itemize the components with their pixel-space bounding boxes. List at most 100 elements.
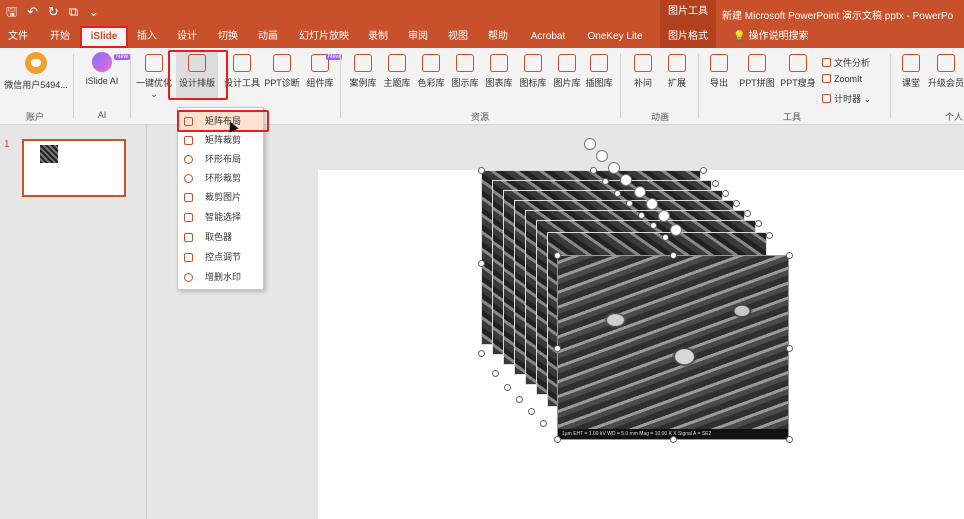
resize-handle[interactable] — [670, 252, 677, 259]
resource-diagram-library-button[interactable]: 图示库 — [448, 52, 482, 89]
resize-handle[interactable] — [516, 396, 523, 403]
tab-design[interactable]: 设计 — [174, 26, 200, 48]
rotate-handle-icon[interactable] — [620, 174, 632, 186]
rotate-handle-icon[interactable] — [670, 224, 682, 236]
resize-handle[interactable] — [744, 210, 751, 217]
ppt-diagnose-button[interactable]: PPT诊断 — [264, 52, 300, 89]
menu-item-color-picker[interactable]: 取色器 — [178, 228, 263, 247]
resize-handle[interactable] — [492, 370, 499, 377]
tab-onekey-lite[interactable]: OneKey Lite — [584, 26, 646, 48]
resize-handle[interactable] — [786, 345, 793, 352]
resize-handle[interactable] — [786, 252, 793, 259]
format-icon[interactable]: ⧉ — [69, 4, 78, 20]
ppt-slim-button[interactable]: PPT瘦身 — [778, 52, 818, 89]
menu-item-crop-image[interactable]: 裁剪图片 — [178, 188, 263, 207]
resize-handle[interactable] — [554, 436, 561, 443]
classroom-button[interactable]: 课堂 — [896, 52, 926, 89]
tab-view[interactable]: 视图 — [444, 26, 472, 48]
resize-handle[interactable] — [504, 384, 511, 391]
redo-icon[interactable]: ↻ — [48, 4, 59, 20]
tab-animations[interactable]: 动画 — [254, 26, 282, 48]
resize-handle[interactable] — [540, 420, 547, 427]
resize-handle[interactable] — [786, 436, 793, 443]
compress-icon — [789, 54, 807, 72]
resize-handle[interactable] — [590, 167, 597, 174]
resize-handle[interactable] — [478, 350, 485, 357]
resource-chart-library-button[interactable]: 图表库 — [482, 52, 516, 89]
design-tools-button[interactable]: 设计工具 — [222, 52, 262, 89]
resize-handle[interactable] — [602, 178, 609, 185]
resource-color-library-button[interactable]: 色彩库 — [414, 52, 448, 89]
rotate-handle-icon[interactable] — [608, 162, 620, 174]
tab-transitions[interactable]: 切换 — [214, 26, 242, 48]
tab-file[interactable]: 文件 — [4, 26, 32, 48]
islide-ai-button[interactable]: New iSlide AI — [80, 52, 130, 86]
resize-handle[interactable] — [712, 180, 719, 187]
tab-picture-format[interactable]: 图片格式 — [660, 26, 716, 48]
tab-help[interactable]: 帮助 — [484, 26, 512, 48]
resize-handle[interactable] — [722, 190, 729, 197]
zoomit-button[interactable]: ZoomIt — [822, 74, 862, 84]
undo-icon[interactable]: ↶ — [27, 4, 38, 20]
resize-handle[interactable] — [554, 252, 561, 259]
menu-item-matrix-crop[interactable]: 矩阵裁剪 — [178, 131, 263, 150]
file-analysis-label: 文件分析 — [834, 58, 871, 68]
save-icon[interactable]: 🖫 — [6, 4, 17, 20]
resize-handle[interactable] — [528, 408, 535, 415]
classroom-label: 课堂 — [901, 78, 920, 88]
menu-item-ring-layout[interactable]: 环形布局 — [178, 150, 263, 169]
menu-item-smart-select[interactable]: 智能选择 — [178, 208, 263, 227]
thumbnail-image — [40, 145, 58, 163]
rotate-handle-icon[interactable] — [658, 210, 670, 222]
tell-me-search[interactable]: 💡 操作说明搜索 — [728, 26, 814, 48]
resize-handle[interactable] — [478, 260, 485, 267]
tween-button[interactable]: 补间 — [628, 52, 658, 89]
tab-record[interactable]: 录制 — [365, 26, 391, 48]
file-analysis-button[interactable]: 文件分析 — [822, 56, 870, 69]
tab-acrobat[interactable]: Acrobat — [526, 26, 570, 48]
customize-icon[interactable]: ⌄ — [88, 4, 99, 20]
tab-review[interactable]: 审阅 — [404, 26, 432, 48]
resize-handle[interactable] — [650, 222, 657, 229]
timer-button[interactable]: 计时器 ⌄ — [822, 92, 871, 105]
tab-slideshow[interactable]: 幻灯片放映 — [296, 26, 352, 48]
resize-handle[interactable] — [670, 436, 677, 443]
resize-handle[interactable] — [755, 220, 762, 227]
design-layout-dropdown: 矩阵布局 矩阵裁剪 环形布局 环形裁剪 裁剪图片 智能选择 取色器 控点调节 增… — [177, 107, 264, 290]
tab-islide[interactable]: iSlide — [80, 26, 128, 48]
resize-handle[interactable] — [478, 167, 485, 174]
ppt-collage-button[interactable]: PPT拼图 — [738, 52, 776, 89]
tab-insert[interactable]: 插入 — [134, 26, 160, 48]
ribbon-tab-row: 文件 开始 iSlide 插入 设计 切换 动画 幻灯片放映 录制 审阅 视图 … — [0, 26, 964, 48]
menu-item-ring-crop[interactable]: 环形裁剪 — [178, 169, 263, 188]
resize-handle[interactable] — [554, 345, 561, 352]
upgrade-member-button[interactable]: 升级会员 — [928, 52, 964, 89]
resource-case-library-button[interactable]: 案例库 — [346, 52, 380, 89]
menu-item-watermark[interactable]: 增删水印 — [178, 268, 263, 287]
slide-thumbnail[interactable] — [22, 139, 126, 197]
resize-handle[interactable] — [626, 200, 633, 207]
resize-handle[interactable] — [766, 232, 773, 239]
resize-handle[interactable] — [638, 212, 645, 219]
extend-button[interactable]: 扩展 — [662, 52, 692, 89]
resource-theme-library-button[interactable]: 主题库 — [380, 52, 414, 89]
resource-picture-library-button[interactable]: 图片库 — [550, 52, 584, 89]
rotate-handle-icon[interactable] — [584, 138, 596, 150]
account-button[interactable]: 微信用户5494... — [2, 52, 70, 91]
tab-home[interactable]: 开始 — [44, 26, 76, 48]
resize-handle[interactable] — [733, 200, 740, 207]
component-library-button[interactable]: New 组件库 — [304, 52, 342, 89]
timer-label: 计时器 — [834, 94, 862, 104]
resize-handle[interactable] — [700, 167, 707, 174]
resize-handle[interactable] — [662, 234, 669, 241]
rotate-handle-icon[interactable] — [596, 150, 608, 162]
menu-item-handle-adjust[interactable]: 控点调节 — [178, 248, 263, 267]
resource-icon-library-button[interactable]: 图标库 — [516, 52, 550, 89]
rotate-handle-icon[interactable] — [634, 186, 646, 198]
separator — [130, 54, 131, 118]
resize-handle[interactable] — [614, 190, 621, 197]
export-button[interactable]: 导出 — [704, 52, 734, 89]
resource-illustration-library-button[interactable]: 插图库 — [582, 52, 616, 89]
front-image[interactable]: 1µm EHT = 1.00 kV WD = 5.0 mm Mag = 10.0… — [557, 255, 789, 440]
rotate-handle-icon[interactable] — [646, 198, 658, 210]
